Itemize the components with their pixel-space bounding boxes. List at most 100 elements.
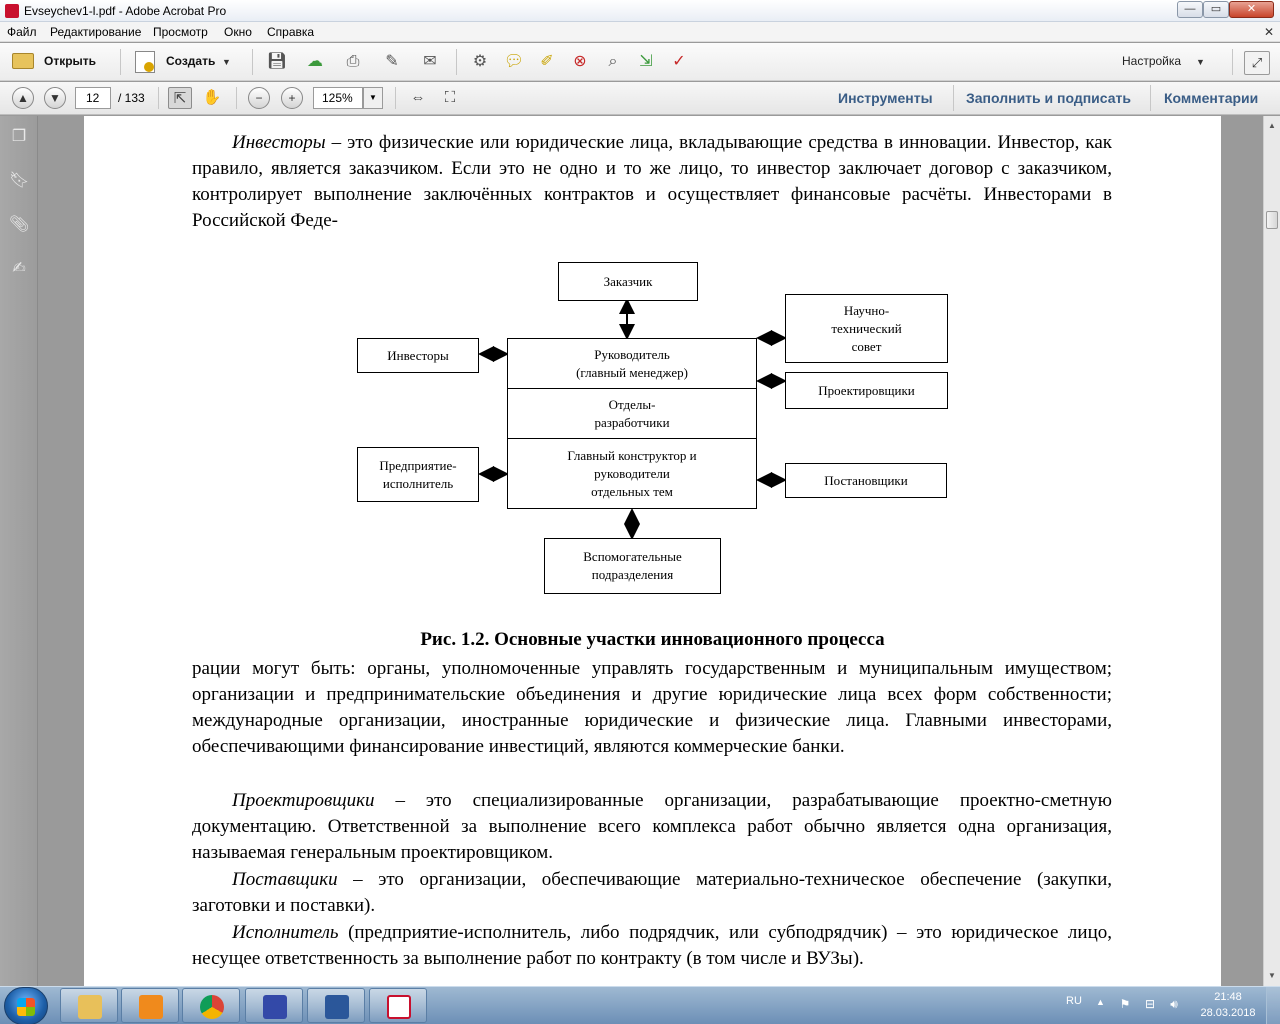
show-desktop-button[interactable] [1266, 987, 1280, 1024]
box-label: Отделы- [608, 396, 656, 412]
save-icon[interactable]: 💾︎ [265, 51, 289, 73]
tray-expand-icon[interactable]: ▲ [1096, 997, 1105, 1007]
attach-icon[interactable]: ⌕ [601, 51, 625, 73]
box-chief-designer: Главный конструктор и руководители отдел… [507, 438, 757, 509]
box-label: совет [851, 338, 882, 354]
page-number-input[interactable] [75, 87, 111, 109]
windows-logo-icon [17, 998, 35, 1016]
close-window-button[interactable]: ✕ [1229, 1, 1274, 18]
box-label: Главный конструктор и [567, 447, 697, 463]
mail-icon[interactable]: ✉ [418, 51, 442, 73]
start-button[interactable] [4, 987, 48, 1024]
expand-icon[interactable]: ⤢ [1244, 51, 1270, 75]
tab-fill-sign[interactable]: Заполнить и подписать [966, 90, 1131, 106]
delete-icon[interactable]: ⊗ [568, 51, 592, 73]
taskbar-acrobat[interactable] [369, 988, 427, 1023]
chevron-down-icon[interactable]: ▼ [222, 57, 231, 67]
toolbar-separator [953, 85, 954, 111]
clock-time[interactable]: 21:48 [1203, 991, 1253, 1003]
box-investors: Инвесторы [357, 338, 479, 373]
gear-icon[interactable]: ⚙ [468, 51, 492, 73]
box-suppliers: Постановщики [785, 463, 947, 498]
print-icon[interactable]: ⎙ [341, 51, 365, 73]
maximize-button[interactable]: ▭ [1203, 1, 1229, 18]
paragraph-designers: Проектировщики – это специализированные … [192, 788, 1112, 866]
open-folder-icon[interactable] [12, 53, 34, 69]
zoom-in-button[interactable]: + [281, 87, 303, 109]
prev-page-button[interactable]: ▲ [12, 87, 34, 109]
menu-view[interactable]: Просмотр [153, 25, 208, 39]
attachment-icon[interactable]: 📎︎ [9, 214, 29, 236]
clock-date[interactable]: 28.03.2018 [1198, 1007, 1258, 1019]
tab-tools[interactable]: Инструменты [838, 90, 933, 106]
scroll-down-icon[interactable]: ▼ [1265, 968, 1279, 984]
minimize-button[interactable]: — [1177, 1, 1203, 18]
toolbar-separator [120, 49, 121, 75]
upload-icon[interactable]: ☁ [303, 51, 327, 73]
menu-window[interactable]: Окно [224, 25, 252, 39]
chrome-icon [200, 995, 224, 1019]
vertical-scrollbar[interactable]: ▲ ▼ [1263, 116, 1280, 986]
title-bar: Evseychev1-l.pdf - Adobe Acrobat Pro — ▭… [0, 0, 1280, 22]
menu-file[interactable]: Файл [7, 25, 37, 39]
page-thumbnails-icon[interactable]: ❐ [9, 126, 29, 148]
customize-button[interactable]: Настройка [1122, 54, 1181, 68]
scroll-up-icon[interactable]: ▲ [1265, 118, 1279, 134]
create-pdf-icon[interactable] [135, 51, 155, 73]
fit-width-icon[interactable]: ⇔ [406, 87, 430, 109]
signature-icon[interactable]: ✍ [9, 258, 29, 280]
chevron-down-icon[interactable]: ▼ [1196, 57, 1205, 67]
volume-icon[interactable]: 🔊︎ [1167, 997, 1181, 1011]
menu-help[interactable]: Справка [267, 25, 314, 39]
toolbar-separator [1150, 85, 1151, 111]
export-icon[interactable]: ⇲ [634, 51, 658, 73]
zoom-dropdown-icon[interactable]: ▼ [363, 87, 383, 109]
term-designers: Проектировщики [232, 790, 375, 811]
taskbar-media-player[interactable] [121, 988, 179, 1023]
main-toolbar: Открыть Создать ▼ 💾︎ ☁ ⎙ ✎ ✉ ⚙ 💬︎ ✐ ⊗ ⌕ … [0, 43, 1280, 81]
toolbar-separator [395, 87, 396, 109]
navigation-toolbar: ▲ ▼ / 133 ⇱ ✋ − + ▼ ⇔ ⛶ Инструменты Запо… [0, 82, 1280, 115]
bookmark-icon[interactable]: 🔖︎ [9, 170, 29, 192]
network-icon[interactable]: ⊟ [1143, 997, 1157, 1011]
tab-comments[interactable]: Комментарии [1164, 90, 1258, 106]
paragraph-suppliers: Поставщики – это организации, обеспечива… [192, 867, 1112, 919]
page-total: / 133 [118, 91, 145, 105]
box-departments: Отделы- разработчики [507, 388, 757, 439]
fit-page-icon[interactable]: ⛶ [438, 87, 462, 109]
comment-icon[interactable]: 💬︎ [502, 51, 526, 73]
box-designers: Проектировщики [785, 372, 948, 409]
box-label: технический [831, 320, 902, 336]
zoom-out-button[interactable]: − [248, 87, 270, 109]
taskbar-word[interactable] [307, 988, 365, 1023]
box-label: Руководитель [594, 346, 670, 362]
menu-bar: Файл Редактирование Просмотр Окно Справк… [0, 22, 1280, 42]
menu-edit[interactable]: Редактирование [50, 25, 141, 39]
taskbar-chrome[interactable] [182, 988, 240, 1023]
language-indicator[interactable]: RU [1066, 995, 1082, 1007]
stamp-icon[interactable]: ✓ [667, 51, 691, 73]
close-document-button[interactable]: ✕ [1264, 25, 1274, 39]
box-auxiliary: Вспомогательные подразделения [544, 538, 721, 594]
toolbar-separator [252, 49, 253, 75]
create-button[interactable]: Создать [166, 54, 215, 68]
flag-alert-icon[interactable]: ⚑ [1118, 997, 1132, 1011]
figure-caption: Рис. 1.2. Основные участки инновационног… [420, 629, 885, 650]
box-label: руководители [594, 465, 670, 481]
toolbar-separator [158, 87, 159, 109]
scroll-thumb[interactable] [1266, 211, 1278, 229]
window-title: Evseychev1-l.pdf - Adobe Acrobat Pro [24, 4, 227, 18]
hand-tool-icon[interactable]: ✋ [200, 87, 224, 109]
edit-icon[interactable]: ✎ [380, 51, 404, 73]
next-page-button[interactable]: ▼ [44, 87, 66, 109]
open-button[interactable]: Открыть [44, 54, 96, 68]
zoom-input[interactable] [313, 87, 363, 109]
box-contractor: Предприятие- исполнитель [357, 447, 479, 502]
taskbar-save-app[interactable] [245, 988, 303, 1023]
box-label: разработчики [594, 414, 670, 430]
media-player-icon [139, 995, 163, 1019]
floppy-icon [263, 995, 287, 1019]
select-tool-icon[interactable]: ⇱ [168, 87, 192, 109]
taskbar-explorer[interactable] [60, 988, 118, 1023]
highlight-icon[interactable]: ✐ [535, 51, 559, 73]
